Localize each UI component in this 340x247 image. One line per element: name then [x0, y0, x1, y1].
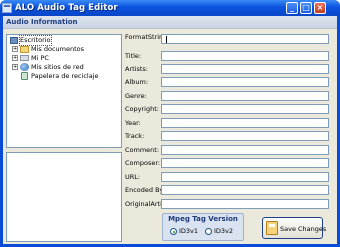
year-field[interactable]	[161, 118, 329, 128]
title-field[interactable]	[161, 51, 329, 61]
maximize-button[interactable]: □	[300, 2, 312, 14]
tree-item-mis-documentos[interactable]: Mis documentos	[31, 45, 84, 54]
field-label: Album:	[125, 78, 149, 86]
close-button[interactable]: ×	[314, 2, 326, 14]
file-list[interactable]	[6, 152, 122, 242]
title-bar[interactable]: ALO Audio Tag Editor _ □ ×	[0, 0, 340, 16]
formatstring-field[interactable]	[161, 34, 329, 44]
text-caret	[166, 36, 167, 43]
album-field[interactable]	[161, 77, 329, 87]
app-icon	[2, 3, 12, 13]
minimize-button[interactable]: _	[286, 2, 298, 14]
artists-field[interactable]	[161, 64, 329, 74]
track-field[interactable]	[161, 131, 329, 141]
save-changes-button[interactable]: Save Changes	[262, 217, 327, 239]
network-icon	[20, 63, 29, 71]
mpeg-version-group: Mpeg Tag Version ID3v1 ID3v2	[162, 213, 244, 241]
client-area: Audio Information Escritorio + Mis docum…	[3, 16, 337, 244]
composer-field[interactable]	[161, 158, 329, 168]
comment-field[interactable]	[161, 145, 329, 155]
computer-icon	[20, 55, 29, 61]
genre-field[interactable]	[161, 91, 329, 101]
app-window: ALO Audio Tag Editor _ □ × Audio Informa…	[0, 0, 340, 247]
field-label: Genre:	[125, 92, 147, 100]
folder-icon	[20, 46, 29, 53]
id3v1-radio[interactable]	[170, 228, 177, 235]
field-label: Artists:	[125, 65, 148, 73]
expand-icon[interactable]: +	[12, 46, 18, 52]
group-title: Audio Information	[6, 18, 78, 26]
save-button-label: Save Changes	[280, 225, 327, 233]
field-label: Comment:	[125, 146, 160, 154]
window-title: ALO Audio Tag Editor	[15, 3, 118, 13]
tree-item-papelera[interactable]: Papelera de reciclaje	[31, 72, 99, 81]
copyright-field[interactable]	[161, 104, 329, 114]
recycle-bin-icon	[21, 72, 28, 80]
original-artist-field[interactable]	[161, 199, 329, 209]
field-label: Track:	[125, 132, 145, 140]
field-label: Composer:	[125, 159, 161, 167]
field-label: URL:	[125, 173, 141, 181]
id3v2-label: ID3v2	[214, 227, 234, 235]
id3v2-radio[interactable]	[205, 228, 212, 235]
desktop-icon	[10, 37, 18, 44]
tree-item-mis-sitios-de-red[interactable]: Mis sitios de red	[31, 63, 84, 72]
tree-item-escritorio[interactable]: Escritorio	[19, 35, 52, 46]
tree-item-mi-pc[interactable]: Mi PC	[31, 54, 49, 63]
expand-icon[interactable]: +	[12, 55, 18, 61]
folder-tree[interactable]: Escritorio + Mis documentos + Mi PC + Mi…	[6, 34, 122, 148]
expand-icon[interactable]: +	[12, 64, 18, 70]
save-icon	[266, 221, 278, 235]
id3v1-label: ID3v1	[179, 227, 199, 235]
encoded-by-field[interactable]	[161, 185, 329, 195]
group-header: Audio Information	[3, 16, 337, 29]
field-label: Encoded By:	[125, 186, 166, 194]
field-label: Title:	[125, 52, 142, 60]
url-field[interactable]	[161, 172, 329, 182]
field-label: Copyright:	[125, 105, 159, 113]
mpeg-version-title: Mpeg Tag Version	[168, 215, 238, 223]
field-label: Year:	[125, 119, 141, 127]
